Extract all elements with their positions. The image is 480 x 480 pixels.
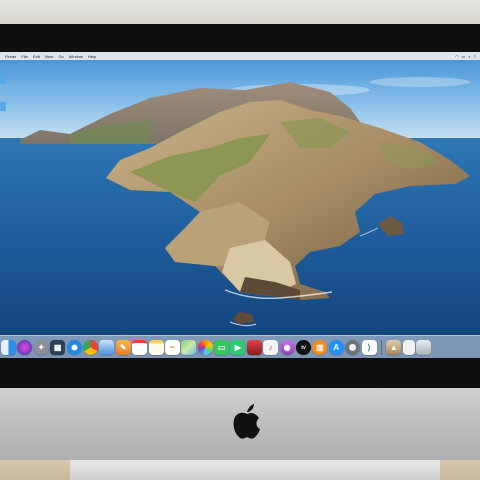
mission-control-icon[interactable]: ▦ [50, 340, 66, 355]
menu-item-window[interactable]: Window [69, 54, 83, 59]
reminders-icon[interactable]: •• [164, 340, 180, 355]
menu-item-go[interactable]: Go [58, 54, 63, 59]
safari-icon[interactable] [66, 340, 82, 355]
pages-icon[interactable]: ✎ [115, 340, 131, 355]
installer-icon[interactable]: ▲ [386, 340, 402, 355]
dock: ✦ ▦ ✎ •• ▭ ▶ ♪ ◉ tv ▥ A ⚙ ⟩ ▲ [0, 335, 480, 358]
menu-item-file[interactable]: File [21, 54, 27, 59]
imac-stand [70, 460, 440, 480]
app-store-icon[interactable]: A [328, 340, 344, 355]
system-preferences-icon[interactable]: ⚙ [345, 340, 361, 355]
finder-icon[interactable] [1, 340, 16, 355]
siri-icon[interactable] [17, 340, 33, 355]
menu-item-finder[interactable]: Finder [5, 54, 16, 59]
imac-screen: Finder File Edit View Go Window Help ◠ ▭… [0, 52, 480, 358]
desktop-folder-icon[interactable] [0, 75, 6, 84]
spotlight-search-icon[interactable]: ⌕ [468, 54, 470, 59]
chrome-icon[interactable] [82, 340, 98, 355]
menu-bar: Finder File Edit View Go Window Help ◠ ▭… [0, 52, 480, 60]
catalina-wallpaper [0, 52, 480, 358]
facetime-icon[interactable]: ▶ [230, 340, 246, 355]
control-center-icon[interactable]: ≡ [474, 54, 476, 59]
trash-icon[interactable] [416, 340, 432, 355]
maps-icon[interactable] [181, 340, 197, 355]
calendar-icon[interactable] [132, 340, 148, 355]
notes-icon[interactable] [148, 340, 164, 355]
menu-item-view[interactable]: View [45, 54, 54, 59]
photos-icon[interactable] [197, 340, 213, 355]
menu-item-edit[interactable]: Edit [33, 54, 40, 59]
wifi-icon[interactable]: ◠ [455, 54, 459, 59]
status-menu-icons: ◠ ▭ ⌕ ≡ [455, 52, 476, 60]
apple-logo-icon [233, 404, 260, 439]
messages-icon[interactable]: ▭ [214, 340, 230, 355]
room-wall [0, 0, 480, 26]
podcasts-icon[interactable]: ◉ [279, 340, 295, 355]
music-icon[interactable]: ♪ [263, 340, 279, 355]
preview-icon[interactable] [99, 340, 115, 355]
books-icon[interactable]: ▥ [312, 340, 328, 355]
vscode-icon[interactable]: ⟩ [361, 340, 377, 355]
document-icon[interactable] [402, 340, 415, 355]
photo-booth-icon[interactable] [246, 340, 262, 355]
tv-icon[interactable]: tv [296, 340, 312, 355]
menu-item-help[interactable]: Help [88, 54, 96, 59]
battery-icon[interactable]: ▭ [462, 54, 466, 59]
launchpad-icon[interactable]: ✦ [33, 340, 49, 355]
desktop-folder-icon[interactable] [0, 102, 6, 111]
dock-separator [380, 340, 382, 355]
